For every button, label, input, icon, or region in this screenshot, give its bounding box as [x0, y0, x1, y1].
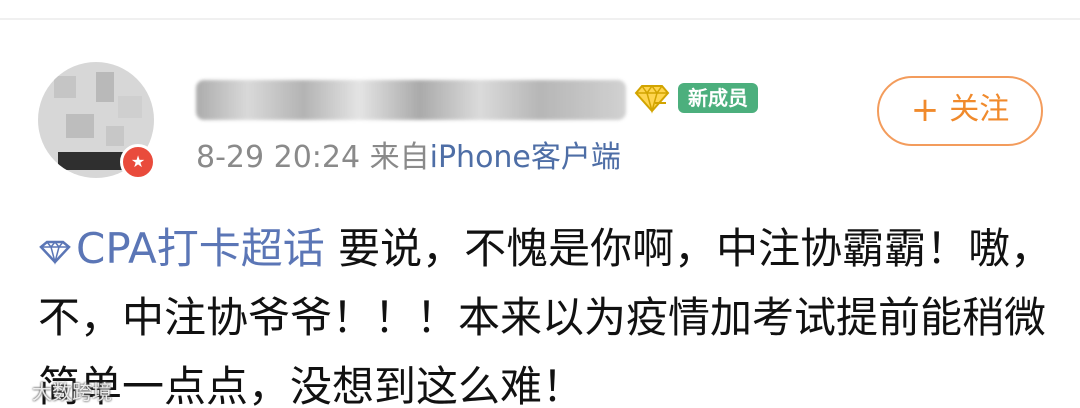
follow-label: 关注 [949, 92, 1010, 127]
post-content: CPA打卡超话 要说，不愧是你啊，中注协霸霸！嗷，不，中注协爷爷！！！本来以为疫… [38, 214, 1058, 408]
diamond-badge-icon [634, 84, 670, 114]
plus-icon: + [910, 90, 940, 130]
device-source-link[interactable]: iPhone客户端 [430, 140, 621, 175]
watermark-logo: 大数跨境 [32, 380, 112, 404]
follow-button[interactable]: + 关注 [877, 76, 1043, 146]
post-time: 8-29 20:24 [196, 140, 361, 175]
member-badge: 新成员 [678, 83, 758, 113]
weibo-post-card: ★ 新成员 + 关注 8-29 20:24 来自iPhone客户端 CPA打卡超话… [0, 0, 1080, 408]
topic-link[interactable]: CPA打卡超话 [38, 224, 338, 273]
top-divider [0, 18, 1080, 20]
star-icon: ★ [120, 144, 156, 180]
topic-label: CPA打卡超话 [76, 224, 325, 273]
diamond-icon [39, 240, 71, 265]
source-prefix: 来自 [369, 140, 430, 175]
blurred-username[interactable] [196, 80, 626, 120]
post-meta: 8-29 20:24 来自iPhone客户端 [196, 138, 621, 178]
